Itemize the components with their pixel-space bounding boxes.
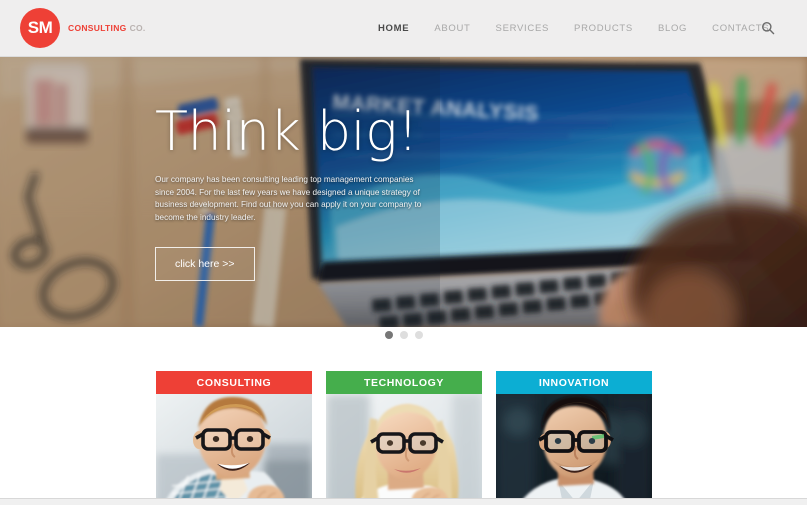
page-bottom-strip xyxy=(0,498,807,505)
card-innovation[interactable]: INNOVATION xyxy=(496,371,652,505)
nav-item-home[interactable]: HOME xyxy=(378,23,409,34)
logo-badge: SM xyxy=(20,8,60,48)
hero-banner: MARKET ANALYSIS Think big! Our company h… xyxy=(0,57,807,327)
hero-title: Think big! xyxy=(155,100,419,163)
card-innovation-image xyxy=(496,394,652,505)
card-technology-image xyxy=(326,394,482,505)
card-technology-title: TECHNOLOGY xyxy=(326,371,482,394)
hero-description: Our company has been consulting leading … xyxy=(155,175,422,223)
logo-name-primary: CONSULTING xyxy=(68,23,127,33)
carousel-dots xyxy=(0,331,807,339)
logo-name-secondary: CO. xyxy=(129,23,146,33)
card-consulting-title: CONSULTING xyxy=(156,371,312,394)
site-header: SM CONSULTING CO. HOME ABOUT SERVICES PR… xyxy=(0,0,807,57)
search-icon[interactable] xyxy=(759,19,777,37)
carousel-dot-3[interactable] xyxy=(414,331,423,339)
carousel-dot-1[interactable] xyxy=(384,331,393,339)
nav-item-products[interactable]: PRODUCTS xyxy=(574,23,633,34)
card-consulting[interactable]: CONSULTING xyxy=(156,371,312,505)
nav-item-services[interactable]: SERVICES xyxy=(496,23,549,34)
card-technology[interactable]: TECHNOLOGY xyxy=(326,371,482,505)
carousel-dot-2[interactable] xyxy=(399,331,408,339)
main-navigation: HOME ABOUT SERVICES PRODUCTS BLOG CONTAC… xyxy=(378,0,769,57)
service-cards: CONSULTING TECHNOLOGY INNOVATION xyxy=(156,371,652,505)
page-root: SM CONSULTING CO. HOME ABOUT SERVICES PR… xyxy=(0,0,807,505)
card-innovation-title: INNOVATION xyxy=(496,371,652,394)
hero-cta-button[interactable]: click here >> xyxy=(155,246,255,281)
logo[interactable]: SM CONSULTING CO. xyxy=(20,8,146,48)
hero-content: Think big! Our company has been consulti… xyxy=(155,105,445,281)
nav-item-blog[interactable]: BLOG xyxy=(658,23,687,34)
logo-text: CONSULTING CO. xyxy=(68,23,146,33)
nav-item-about[interactable]: ABOUT xyxy=(434,23,470,34)
card-consulting-image xyxy=(156,394,312,505)
